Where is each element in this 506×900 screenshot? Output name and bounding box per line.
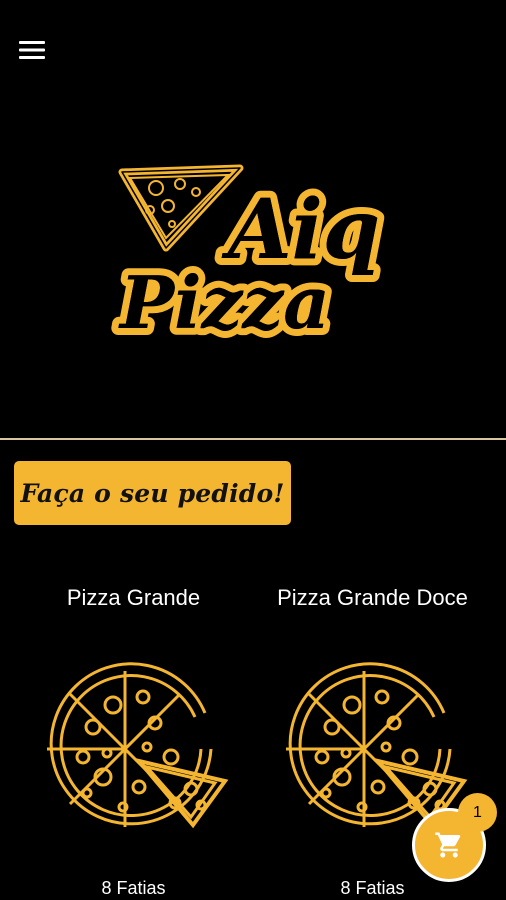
brand-logo: Aiq Aiq Pizza Pizza (108, 148, 400, 352)
header-divider (0, 438, 506, 440)
shopping-cart-icon (435, 832, 461, 858)
product-card-pizza-grande[interactable]: Pizza Grande 8 Fatias (7, 575, 260, 900)
order-button[interactable]: Faça o seu pedido! (14, 461, 291, 525)
product-slices: 8 Fatias (340, 878, 405, 898)
cart-count-badge: 1 (458, 793, 497, 832)
logo-line2-fill: Pizza (118, 260, 330, 345)
app-screen: Aiq Aiq Pizza Pizza Faça o seu pedido! P… (0, 0, 506, 900)
hamburger-menu-icon (19, 41, 45, 59)
product-title: Pizza Grande (66, 585, 201, 610)
product-title: Pizza Grande Doce (277, 585, 468, 610)
order-button-label: Faça o seu pedido! (20, 478, 285, 508)
product-slices: 8 Fatias (101, 878, 166, 898)
pizza-icon (47, 662, 229, 829)
menu-button[interactable] (14, 34, 50, 66)
